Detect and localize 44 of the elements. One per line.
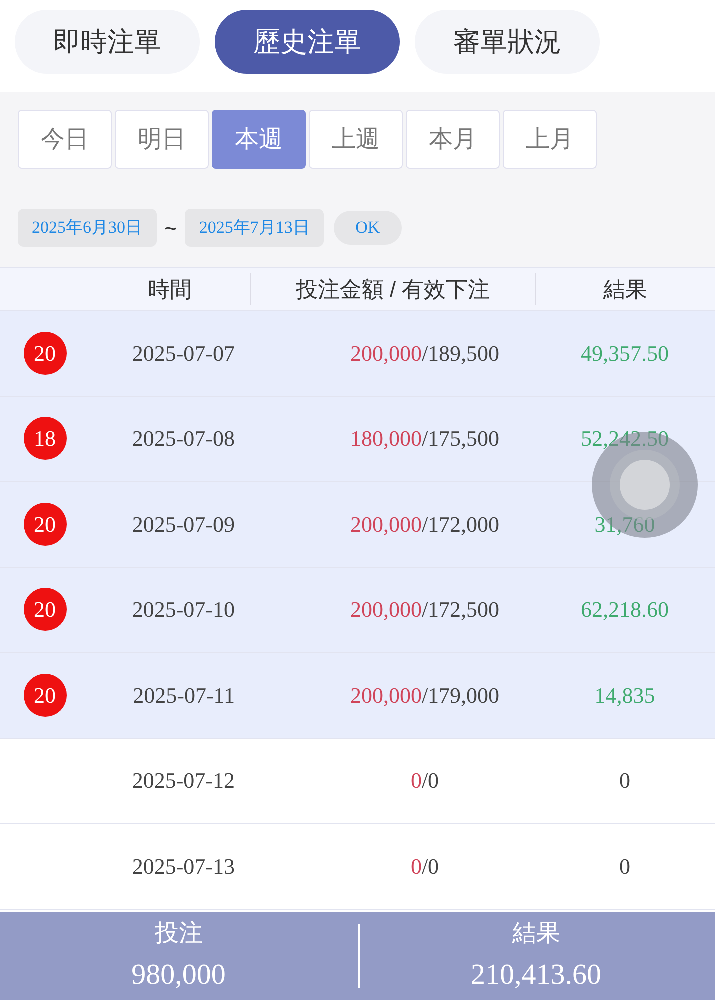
range-separator: ~ <box>164 214 178 242</box>
ok-button[interactable]: OK <box>334 211 402 245</box>
date-field[interactable]: 2025年7月13日 <box>185 209 324 247</box>
date-cell-text: 2025-07-07 <box>132 340 235 368</box>
amount-cell-text: 180,000/175,500 <box>350 425 500 454</box>
date-field[interactable]: 2025年6月30日 <box>18 209 156 247</box>
count-badge: 20 <box>24 674 66 717</box>
count-badge: 20 <box>24 588 66 632</box>
result-cell-text: 0 <box>620 767 630 796</box>
amount-cell-text: 0/0 <box>410 852 440 881</box>
tab[interactable]: 歷史注單 <box>215 10 400 74</box>
date-cell-text: 2025-07-12 <box>132 767 235 796</box>
result-cell-text: 14,835 <box>594 682 656 710</box>
column-header: 結果 <box>604 276 648 304</box>
date-cell-text: 2025-07-09 <box>132 510 235 539</box>
period-button[interactable]: 上週 <box>309 110 403 169</box>
date-cell-text: 2025-07-11 <box>133 682 235 710</box>
count-badge: 18 <box>24 417 66 460</box>
amount-cell-text: 200,000/179,000 <box>350 682 500 710</box>
tab[interactable]: 即時注單 <box>15 10 200 74</box>
amount-cell-text: 0/0 <box>410 767 440 796</box>
period-button[interactable]: 本月 <box>406 110 500 169</box>
period-button[interactable]: 今日 <box>18 110 112 169</box>
result-cell-text: 49,357.50 <box>581 340 669 368</box>
column-header: 投注金額 / 有效下注 <box>296 276 490 304</box>
amount-cell-text: 200,000/172,500 <box>350 596 500 624</box>
period-button[interactable]: 上月 <box>503 110 597 169</box>
result-cell-text: 62,218.60 <box>581 596 669 624</box>
date-cell-text: 2025-07-13 <box>132 852 235 881</box>
summary-label: 結果 <box>512 919 560 949</box>
count-badge: 20 <box>24 332 66 375</box>
period-button[interactable]: 明日 <box>115 110 209 169</box>
tab[interactable]: 審單狀況 <box>415 10 600 74</box>
summary-label: 投注 <box>154 919 203 949</box>
period-button[interactable]: 本週 <box>212 110 306 169</box>
summary-value: 210,413.60 <box>471 958 602 993</box>
date-cell-text: 2025-07-10 <box>132 596 235 624</box>
summary-value: 980,000 <box>132 958 226 993</box>
result-cell-text: 0 <box>620 852 630 881</box>
date-cell-text: 2025-07-08 <box>132 425 235 454</box>
column-header: 時間 <box>148 276 192 304</box>
count-badge: 20 <box>24 502 66 546</box>
amount-cell-text: 200,000/172,000 <box>350 510 500 539</box>
amount-cell-text: 200,000/189,500 <box>350 340 500 368</box>
